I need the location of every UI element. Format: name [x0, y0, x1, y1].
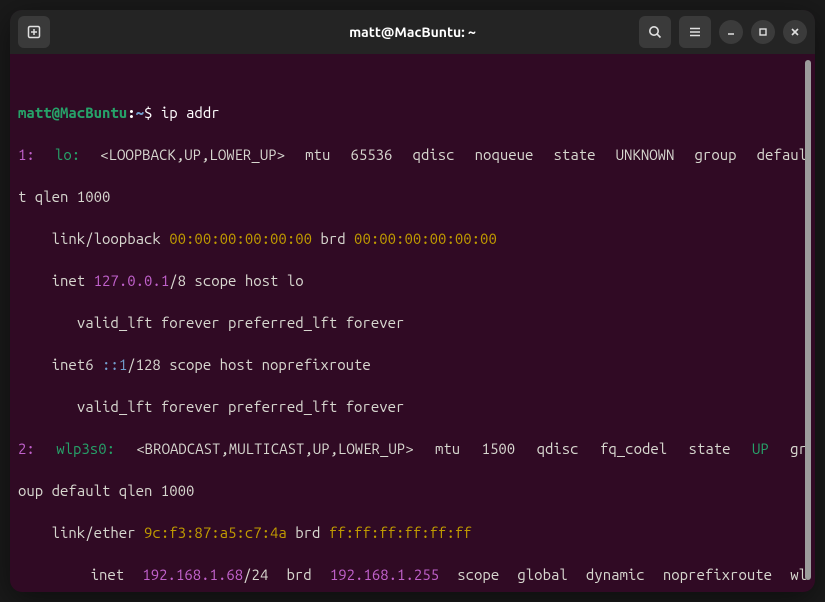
typed-command: ip addr [161, 104, 220, 121]
title-bar-right [639, 16, 807, 48]
prompt-user-host: matt@MacBuntu [18, 104, 127, 121]
iface1-inet-label: inet [18, 272, 94, 289]
hamburger-menu-button[interactable] [679, 16, 711, 48]
iface1-inet6-label: inet6 [18, 356, 102, 373]
iface2-flags: <BROADCAST,MULTICAST,UP,LOWER_UP> [136, 440, 413, 457]
iface1-inet-valid: valid_lft forever preferred_lft forever [18, 312, 807, 333]
title-bar-left [18, 16, 50, 48]
iface2-rest-a: mtu 1500 qdisc fq_codel state [435, 440, 731, 457]
iface2-inet-mid: /24 brd [243, 566, 330, 583]
iface2-brd-addr: ff:ff:ff:ff:ff:ff [329, 524, 472, 541]
iface1-name: lo: [55, 146, 80, 163]
iface2-inet-brd: 192.168.1.255 [330, 566, 439, 583]
iface2-link-addr: 9c:f3:87:a5:c7:4a [144, 524, 287, 541]
iface2-brd-label: brd [287, 524, 329, 541]
iface1-link-addr: 00:00:00:00:00:00 [169, 230, 312, 247]
iface1-inet6-valid: valid_lft forever preferred_lft forever [18, 396, 807, 417]
iface1-inet6-rest: /128 scope host noprefixroute [127, 356, 371, 373]
prompt-path: ~ [136, 104, 144, 121]
iface1-index: 1: [18, 146, 35, 163]
search-button[interactable] [639, 16, 671, 48]
iface2-name: wlp3s0: [56, 440, 115, 457]
iface1-link-label: link/loopback [18, 230, 169, 247]
terminal-window: matt@MacBuntu: ~ [10, 10, 815, 592]
close-button[interactable] [783, 20, 807, 44]
iface2-inet-addr: 192.168.1.68 [142, 566, 243, 583]
iface2-inet-label: inet [18, 566, 142, 583]
iface1-brd-addr: 00:00:00:00:00:00 [354, 230, 497, 247]
iface1-inet-rest: /8 scope host lo [169, 272, 303, 289]
iface2-rest-c: oup default qlen 1000 [18, 480, 807, 501]
iface2-index: 2: [18, 440, 35, 457]
prompt-dollar: $ [144, 104, 152, 121]
title-bar: matt@MacBuntu: ~ [10, 10, 815, 54]
iface2-state-up: UP [752, 440, 769, 457]
iface1-rest-a: mtu 65536 qdisc noqueue state UNKNOWN gr… [305, 146, 807, 163]
iface1-brd-label: brd [312, 230, 354, 247]
new-tab-button[interactable] [18, 16, 50, 48]
maximize-button[interactable] [751, 20, 775, 44]
iface2-link-label: link/ether [18, 524, 144, 541]
iface2-inet-rest-a: scope global dynamic noprefixroute wl [457, 566, 807, 583]
minimize-button[interactable] [719, 20, 743, 44]
iface1-inet6-addr: ::1 [102, 356, 127, 373]
prompt-sep: : [127, 104, 135, 121]
scrollbar[interactable] [805, 60, 811, 580]
iface1-inet-addr: 127.0.0.1 [94, 272, 170, 289]
terminal-viewport[interactable]: matt@MacBuntu:~$ ip addr 1: lo: <LOOPBAC… [10, 54, 815, 592]
iface1-flags: <LOOPBACK,UP,LOWER_UP> [100, 146, 285, 163]
iface1-rest-b: t qlen 1000 [18, 186, 807, 207]
